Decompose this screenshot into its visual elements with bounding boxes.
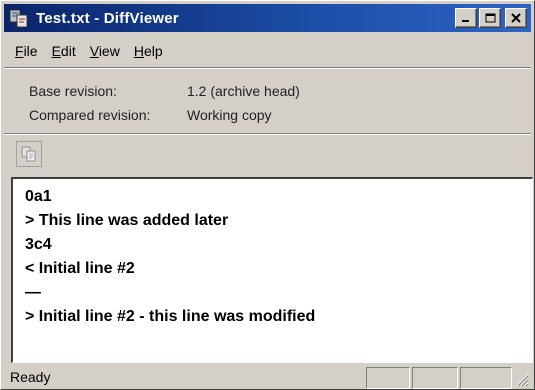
diff-output[interactable]: 0a1 > This line was added later 3c4 < In… bbox=[11, 177, 533, 363]
close-button[interactable] bbox=[505, 8, 527, 28]
resize-grip-icon[interactable] bbox=[515, 373, 529, 387]
menu-bar: File Edit View Help bbox=[15, 43, 163, 59]
close-icon bbox=[511, 13, 521, 23]
menu-edit[interactable]: Edit bbox=[52, 43, 76, 59]
diff-line: 3c4 bbox=[25, 236, 52, 253]
diff-line: — bbox=[25, 284, 41, 301]
maximize-button[interactable] bbox=[479, 8, 501, 28]
status-pane bbox=[460, 367, 512, 389]
diff-line: > Initial line #2 - this line was modifi… bbox=[25, 308, 316, 325]
revision-info: Base revision: 1.2 (archive head) Compar… bbox=[29, 79, 300, 127]
menu-edit-accel: E bbox=[51, 43, 61, 59]
minimize-icon bbox=[462, 20, 469, 22]
menu-file-label: ile bbox=[23, 43, 38, 59]
app-window: Test.txt - DiffViewer File Edit View Hel… bbox=[0, 0, 535, 390]
status-pane bbox=[412, 367, 458, 389]
status-bar: Ready bbox=[4, 365, 531, 389]
menu-help-accel: H bbox=[133, 43, 144, 59]
toolbar-separator bbox=[4, 133, 531, 135]
menu-help-label: elp bbox=[143, 43, 163, 59]
menu-edit-label: dit bbox=[60, 43, 76, 59]
maximize-icon bbox=[485, 13, 495, 23]
menu-file[interactable]: File bbox=[15, 43, 38, 59]
compared-revision-label: Compared revision: bbox=[29, 107, 151, 123]
status-text: Ready bbox=[10, 369, 51, 385]
menu-file-accel: F bbox=[15, 43, 24, 59]
base-revision-value: 1.2 (archive head) bbox=[187, 83, 300, 99]
copy-icon bbox=[21, 146, 36, 162]
menu-view-label: iew bbox=[98, 43, 120, 59]
diff-line: > This line was added later bbox=[25, 212, 229, 229]
diff-line: < Initial line #2 bbox=[25, 260, 135, 277]
diff-line: 0a1 bbox=[25, 188, 52, 205]
minimize-button[interactable] bbox=[455, 8, 477, 28]
copy-button[interactable] bbox=[16, 141, 42, 167]
menu-view-accel: V bbox=[89, 43, 99, 59]
status-pane bbox=[366, 367, 410, 389]
window-title: Test.txt - DiffViewer bbox=[36, 9, 179, 27]
menu-help[interactable]: Help bbox=[134, 43, 163, 59]
menu-view[interactable]: View bbox=[90, 43, 120, 59]
diffviewer-app-icon[interactable] bbox=[8, 7, 30, 29]
base-revision-label: Base revision: bbox=[29, 83, 117, 99]
title-bar[interactable]: Test.txt - DiffViewer bbox=[4, 4, 531, 32]
compared-revision-value: Working copy bbox=[187, 107, 272, 123]
menu-separator bbox=[4, 67, 531, 69]
